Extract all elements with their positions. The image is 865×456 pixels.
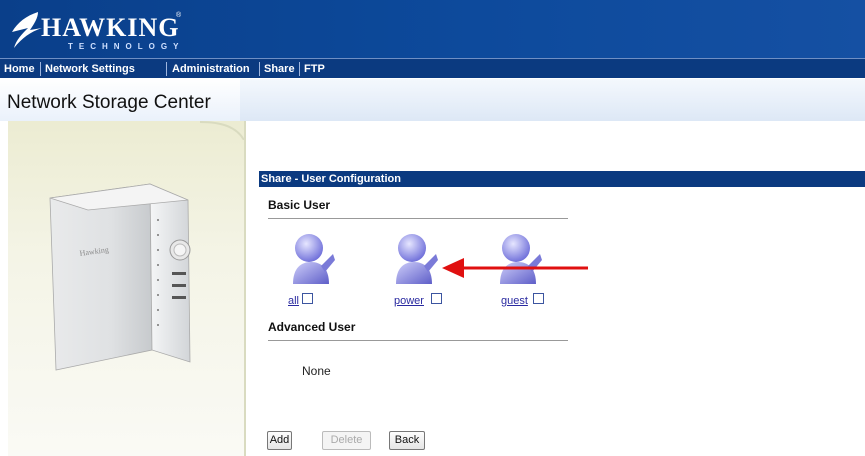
red-arrow-icon [442, 258, 588, 278]
nav-bar: Home Network Settings Administration Sha… [0, 58, 865, 78]
user-icon[interactable] [289, 232, 335, 284]
nav-divider [166, 62, 167, 76]
panel-header: Share - User Configuration [259, 171, 865, 187]
back-button[interactable]: Back [389, 431, 425, 450]
delete-button[interactable]: Delete [322, 431, 371, 450]
storage-device-image: Hawking [49, 183, 191, 371]
user-link-guest[interactable]: guest [501, 295, 528, 307]
banner-curve [200, 121, 245, 140]
advanced-none-text: None [302, 364, 331, 378]
nav-home[interactable]: Home [4, 61, 35, 77]
user-checkbox-all[interactable] [302, 293, 313, 304]
left-edge [0, 121, 8, 456]
hawking-logo[interactable]: HAWKING ® TECHNOLOGY [8, 8, 182, 52]
add-button[interactable]: Add [267, 431, 292, 450]
advanced-user-heading: Advanced User [268, 320, 356, 334]
nav-divider [40, 62, 41, 76]
basic-user-heading: Basic User [268, 198, 331, 212]
nav-ftp[interactable]: FTP [304, 61, 325, 77]
logo-word: HAWKING [41, 13, 180, 42]
page-title: Network Storage Center [7, 92, 211, 113]
logo-subtitle: TECHNOLOGY [68, 42, 185, 51]
nav-divider [259, 62, 260, 76]
user-link-power[interactable]: power [394, 295, 424, 307]
user-checkbox-power[interactable] [431, 293, 442, 304]
user-icon[interactable] [392, 232, 438, 284]
divider-line [268, 218, 568, 219]
top-header: HAWKING ® TECHNOLOGY [0, 0, 865, 58]
nav-share[interactable]: Share [264, 61, 295, 77]
user-checkbox-guest[interactable] [533, 293, 544, 304]
panel-divider [244, 121, 246, 456]
logo-registered: ® [176, 12, 182, 19]
nav-network-settings[interactable]: Network Settings [45, 61, 135, 77]
banner-gradient [240, 79, 865, 121]
nav-administration[interactable]: Administration [172, 61, 250, 77]
nav-divider [299, 62, 300, 76]
user-link-all[interactable]: all [288, 295, 299, 307]
divider-line [268, 340, 568, 341]
